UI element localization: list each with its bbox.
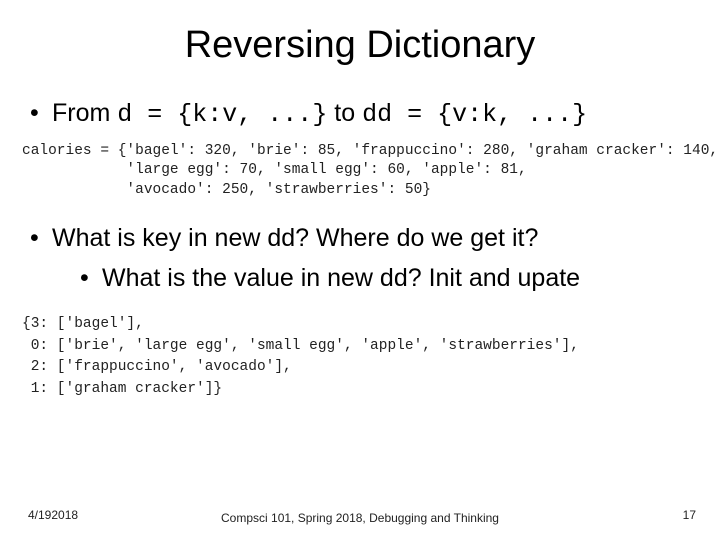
bullet-2a-text: What is the value in new dd? Init and up… <box>102 264 580 292</box>
bullet-list-2: What is key in new dd? Where do we get i… <box>30 222 692 296</box>
bullet-2-text: What is key in new dd? Where do we get i… <box>52 224 538 252</box>
code-block-2: {3: ['bagel'], 0: ['brie', 'large egg', … <box>22 314 692 401</box>
code-block-1: calories = {'bagel': 320, 'brie': 85, 'f… <box>22 142 692 201</box>
slide-title: Reversing Dictionary <box>28 24 692 67</box>
sub-bullet-list: What is the value in new dd? Init and up… <box>80 262 692 296</box>
bullet-1-mid: to <box>327 99 362 127</box>
footer-center: Compsci 101, Spring 2018, Debugging and … <box>0 511 720 525</box>
bullet-2: What is key in new dd? Where do we get i… <box>30 222 692 296</box>
slide: Reversing Dictionary From d = {k:v, ...}… <box>0 0 720 540</box>
footer-page: 17 <box>683 508 696 522</box>
bullet-2a: What is the value in new dd? Init and up… <box>80 262 692 296</box>
bullet-1-code-2: dd = {v:k, ...} <box>362 100 587 129</box>
bullet-list: From d = {k:v, ...} to dd = {v:k, ...} <box>30 97 692 132</box>
bullet-1-prefix: From <box>52 99 117 127</box>
bullet-1: From d = {k:v, ...} to dd = {v:k, ...} <box>30 97 692 132</box>
bullet-1-code-1: d = {k:v, ...} <box>117 100 327 129</box>
